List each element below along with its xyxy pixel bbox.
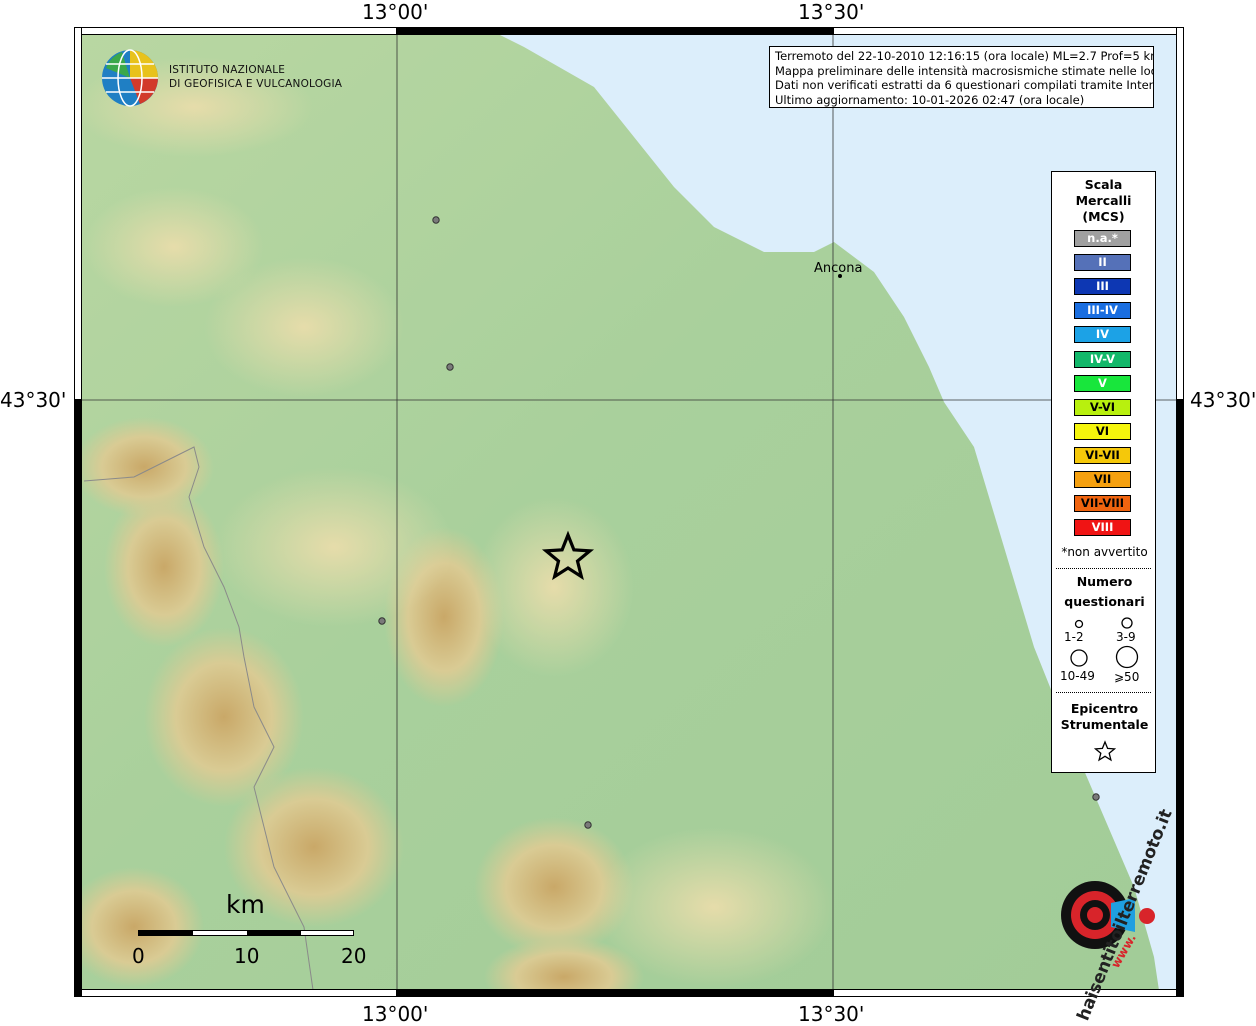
frame-right-white (1176, 27, 1184, 400)
mcs-swatch: IV (1074, 326, 1131, 344)
count-symbol-small (1074, 619, 1084, 629)
count-symbol-medium (1121, 617, 1133, 629)
mcs-swatch: IV-V (1074, 350, 1131, 368)
event-info-line2: Mappa preliminare delle intensità macros… (775, 63, 1154, 78)
locality-marker (446, 363, 454, 371)
scalebar-tick-0: 0 (132, 944, 145, 968)
ingv-name-line1: ISTITUTO NAZIONALE (169, 64, 286, 76)
legend-star-icon (1094, 740, 1116, 762)
frame-bottom-white-2 (833, 989, 1184, 997)
scalebar-segment (301, 931, 353, 935)
map-canvas[interactable] (64, 27, 1184, 1017)
right-lat-label: 43°30' (1190, 388, 1256, 412)
frame-top-white-1 (74, 27, 397, 35)
frame-right-black (1176, 400, 1184, 997)
scalebar (138, 930, 354, 936)
legend-separator (1056, 692, 1151, 693)
mcs-swatch: VI (1074, 422, 1131, 440)
ingv-name-line2: DI GEOFISICA E VULCANOLOGIA (169, 78, 343, 90)
bottom-lon-label-1: 13°00' (362, 1002, 429, 1026)
count-label-1: 1-2 (1064, 630, 1084, 644)
mcs-swatch: V (1074, 374, 1131, 392)
mcs-swatch: VIII (1074, 519, 1131, 537)
mcs-swatch: n.a.* (1074, 230, 1131, 247)
mcs-swatch: II (1074, 254, 1131, 272)
bottom-lon-label-2: 13°30' (798, 1002, 865, 1026)
count-label-4: ⩾50 (1114, 670, 1140, 684)
ingv-logo (100, 48, 162, 112)
mcs-swatch: VII-VIII (1074, 495, 1131, 513)
legend-title-3: (MCS) (1082, 209, 1125, 224)
frame-bottom-white-1 (74, 989, 397, 997)
scalebar-segment (139, 931, 193, 935)
legend-na-note: *non avvertito (1061, 545, 1148, 559)
legend-title-1: Scala (1084, 177, 1123, 192)
scalebar-segment (193, 931, 247, 935)
top-lon-label-2: 13°30' (798, 0, 865, 24)
mcs-swatch: III-IV (1074, 302, 1131, 320)
scalebar-tick-10: 10 (234, 944, 260, 968)
scalebar-unit: km (226, 890, 265, 919)
event-info-line4: Ultimo aggiornamento: 10-01-2026 02:47 (… (775, 92, 1085, 107)
scalebar-tick-20: 20 (341, 944, 367, 968)
frame-left-black (74, 400, 82, 997)
mcs-swatch: VI-VII (1074, 446, 1131, 464)
top-lon-label-1: 13°00' (362, 0, 429, 24)
mcs-swatch: V-VI (1074, 398, 1131, 416)
legend-count-title-2: questionari (1064, 594, 1145, 609)
scalebar-segment (247, 931, 301, 935)
mcs-swatch: VII (1074, 471, 1131, 488)
legend-title-2: Mercalli (1075, 193, 1132, 208)
mcs-legend: Scala Mercalli (MCS) n.a.* II III III-IV IV I… (1051, 171, 1156, 773)
count-label-3: 10-49 (1060, 669, 1095, 683)
ingv-globe-icon (102, 49, 158, 107)
frame-bottom-black (397, 989, 833, 997)
count-label-2: 3-9 (1116, 630, 1136, 644)
legend-separator (1056, 568, 1151, 569)
locality-marker (378, 617, 386, 625)
legend-count-title-1: Numero (1076, 574, 1133, 589)
map-frame (64, 27, 1184, 1017)
frame-left-white (74, 27, 82, 400)
locality-marker (432, 216, 440, 224)
event-info-line3: Dati non verificati estratti da 6 questi… (775, 78, 1154, 93)
frame-top-black (397, 27, 833, 35)
count-symbol-large (1070, 649, 1088, 667)
count-symbol-xlarge (1115, 645, 1139, 669)
locality-marker (1092, 793, 1100, 801)
event-info-line1: Terremoto del 22-10-2010 12:16:15 (ora l… (775, 49, 1154, 63)
left-lat-label: 43°30' (0, 388, 67, 412)
city-label-ancona: Ancona (814, 261, 863, 276)
legend-epicenter-title-1: Epicentro (1070, 701, 1139, 716)
event-info-box: Terremoto del 22-10-2010 12:16:15 (ora l… (769, 46, 1154, 108)
locality-marker (584, 821, 592, 829)
mcs-swatch: III (1074, 278, 1131, 296)
legend-epicenter-title-2: Strumentale (1060, 717, 1149, 732)
frame-top-white-2 (833, 27, 1184, 35)
